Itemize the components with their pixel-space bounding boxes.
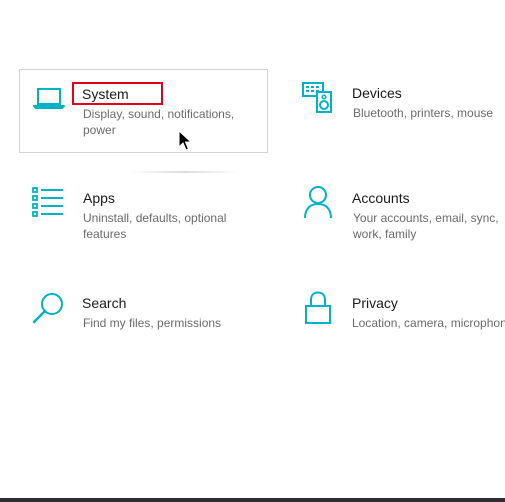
- tile-devices-title: Devices: [352, 85, 402, 101]
- tile-apps-title: Apps: [83, 190, 115, 206]
- divider: [130, 171, 240, 173]
- person-icon: [303, 185, 333, 224]
- taskbar-edge: [0, 498, 505, 502]
- tile-accounts-desc-line2: work, family: [353, 227, 417, 241]
- tile-privacy-title: Privacy: [352, 295, 398, 311]
- keyboard-speaker-icon: [302, 81, 334, 118]
- tile-system-desc-line2: power: [83, 123, 116, 137]
- tile-apps-desc-line2: features: [83, 227, 127, 241]
- tile-accounts-title: Accounts: [352, 190, 410, 206]
- tile-search-desc-line1: Find my files, permissions: [83, 316, 222, 330]
- tile-search[interactable]: Search Find my files, permissions: [19, 279, 268, 363]
- mouse-cursor-icon: [178, 129, 193, 157]
- tile-apps-desc-line1: Uninstall, defaults, optional: [83, 211, 227, 225]
- tile-system-desc-line1: Display, sound, notifications,: [83, 107, 235, 121]
- laptop-icon: [33, 86, 65, 115]
- tile-devices[interactable]: Devices Bluetooth, printers, mouse: [290, 69, 505, 153]
- tile-devices-desc-line1: Bluetooth, printers, mouse: [353, 106, 494, 120]
- tile-accounts-desc-line1: Your accounts, email, sync,: [353, 211, 499, 225]
- highlight-box: [72, 82, 163, 105]
- search-icon: [32, 291, 66, 330]
- tile-search-title: Search: [82, 295, 127, 311]
- apps-list-icon: [32, 186, 64, 223]
- tile-privacy-desc-line1: Location, camera, microphone: [352, 316, 505, 330]
- tile-apps[interactable]: Apps Uninstall, defaults, optional featu…: [19, 174, 268, 258]
- tile-accounts[interactable]: Accounts Your accounts, email, sync, wor…: [290, 174, 505, 258]
- tile-privacy[interactable]: Privacy Location, camera, microphone: [290, 279, 505, 363]
- lock-icon: [304, 291, 332, 330]
